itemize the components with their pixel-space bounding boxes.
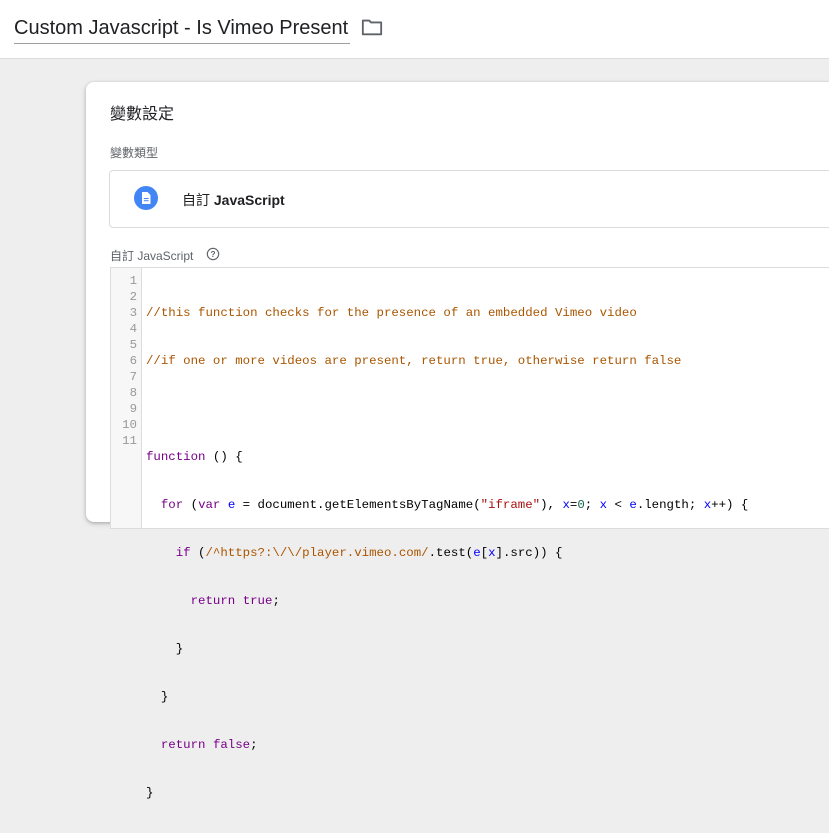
svg-text:?: ? — [210, 249, 215, 259]
variable-type-selector[interactable]: 自訂 JavaScript — [109, 170, 829, 228]
code-line: return true; — [190, 594, 280, 608]
code-line: if (/^https?:\/\/player.vimeo.com/.test(… — [175, 546, 563, 560]
card-title: 變數設定 — [110, 106, 175, 123]
variable-configuration-card: 變數設定 變數類型 自訂 JavaScript 自訂 JavaScript ? … — [86, 82, 829, 800]
line-number: 2 — [129, 290, 137, 304]
line-number: 10 — [122, 418, 137, 432]
code-lines[interactable]: //this function checks for the presence … — [146, 273, 748, 833]
line-numbers: 1 2 3 4 5 6 7 8 9 10 11 — [111, 273, 137, 449]
line-number: 1 — [129, 274, 137, 288]
line-number: 4 — [129, 322, 137, 336]
variable-name-input[interactable] — [14, 14, 350, 44]
line-number: 8 — [129, 386, 137, 400]
variable-type-name: 自訂 JavaScript — [182, 190, 285, 210]
variable-type-label: 變數類型 — [110, 146, 159, 160]
folder-icon[interactable] — [361, 17, 383, 37]
variable-type-bold: JavaScript — [213, 192, 285, 208]
line-number: 3 — [129, 306, 137, 320]
variable-type-prefix: 自訂 — [182, 192, 210, 208]
code-line: } — [146, 642, 184, 656]
code-line: //this function checks for the presence … — [146, 306, 637, 320]
code-line: } — [146, 786, 154, 800]
document-icon — [134, 186, 158, 210]
line-number: 11 — [122, 434, 137, 448]
line-number: 9 — [129, 402, 137, 416]
line-number-gutter: 1 2 3 4 5 6 7 8 9 10 11 — [111, 268, 142, 528]
line-number: 5 — [129, 338, 137, 352]
custom-javascript-label: 自訂 JavaScript — [110, 249, 194, 263]
line-number: 7 — [129, 370, 137, 384]
code-editor[interactable]: 1 2 3 4 5 6 7 8 9 10 11 //this function … — [110, 267, 829, 800]
code-line: for (var e = document.getElementsByTagNa… — [160, 498, 749, 512]
help-icon[interactable]: ? — [206, 247, 220, 261]
line-number: 6 — [129, 354, 137, 368]
code-line: function () { — [146, 450, 243, 464]
code-line: //if one or more videos are present, ret… — [146, 354, 682, 368]
code-line: } — [146, 690, 169, 704]
top-bar — [0, 0, 829, 59]
code-line: return false; — [160, 738, 258, 752]
